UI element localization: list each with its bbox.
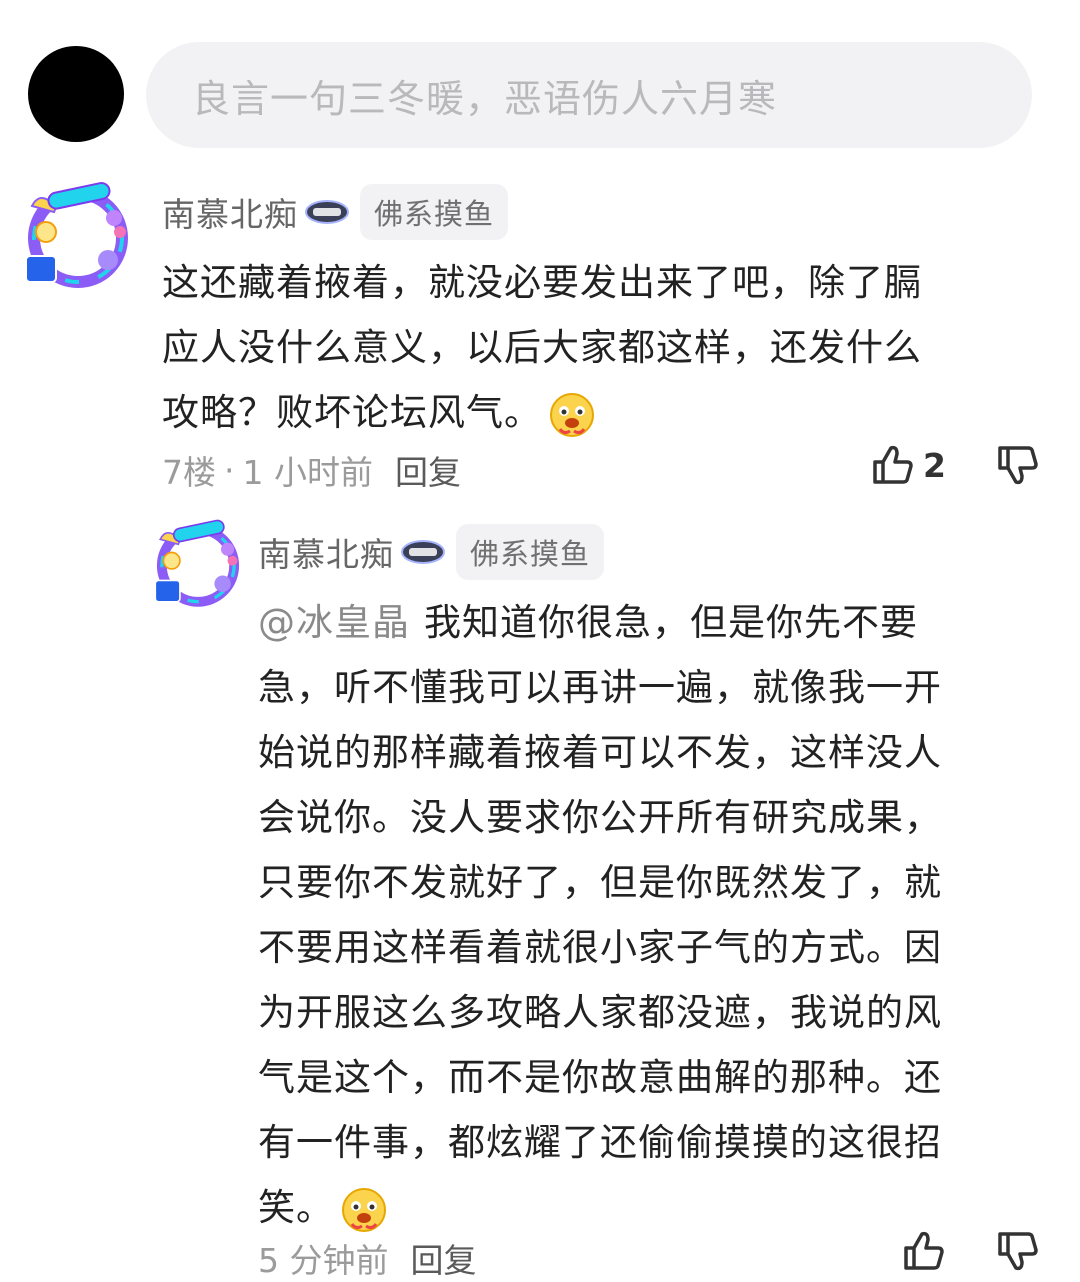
thumbs-down-icon: [998, 1232, 1038, 1271]
comment-line-text: 攻略？败坏论坛风气。: [162, 391, 542, 434]
comment-line-text: 笑。: [258, 1186, 334, 1229]
comment-body: 这还藏着掖着，就没必要发出来了吧，除了膈 应人没什么意义，以后大家都这样，还发什…: [162, 250, 1022, 445]
comment-line: 气是这个，而不是你故意曲解的那种。还: [258, 1056, 942, 1099]
comment-line: 有一件事，都炫耀了还偷偷摸摸的这很招: [258, 1121, 942, 1164]
drooling-face-emoji-icon: [550, 392, 594, 437]
comment-line: 为开服这么多攻略人家都没遮，我说的风: [258, 991, 942, 1034]
floor-number: 7楼: [162, 453, 216, 492]
event-medal-icon: [401, 540, 445, 564]
user-tag: 佛系摸鱼: [360, 184, 509, 240]
comment-line: 不要用这样看着就很小家子气的方式。因: [258, 926, 942, 969]
mention-link[interactable]: @冰皇晶: [258, 601, 410, 644]
event-medal-icon: [305, 200, 349, 224]
comment-meta: 5 分钟前 回复: [258, 1234, 477, 1282]
like-button[interactable]: 2: [869, 442, 946, 488]
comment-meta: 7楼 · 1 小时前 回复: [162, 446, 461, 494]
like-button[interactable]: [900, 1228, 946, 1274]
comment-input[interactable]: 良言一句三冬暖，恶语伤人六月寒: [146, 42, 1032, 148]
user-tag: 佛系摸鱼: [456, 524, 605, 580]
taptap-10th-avatar-badge[interactable]: [22, 180, 134, 292]
thumbs-up-icon: [873, 445, 913, 484]
comment-line: 攻略？败坏论坛风气。: [162, 380, 1022, 445]
drooling-face-emoji-icon: [342, 1187, 386, 1232]
comment-line: 这还藏着掖着，就没必要发出来了吧，除了膈: [162, 261, 922, 304]
comment-body: @冰皇晶 我知道你很急，但是你先不要 急，听不懂我可以再讲一遍，就像我一开 始说的…: [258, 590, 1018, 1240]
user-avatar[interactable]: [28, 46, 124, 142]
comment-line: 急，听不懂我可以再讲一遍，就像我一开: [258, 666, 942, 709]
comment-actions: [900, 1228, 1040, 1274]
comment-time: 5 分钟前: [258, 1241, 389, 1280]
dislike-button[interactable]: [994, 1228, 1040, 1274]
comment-input-placeholder: 良言一句三冬暖，恶语伤人六月寒: [192, 76, 778, 121]
comment-line: 会说你。没人要求你公开所有研究成果，: [258, 796, 942, 839]
reply-button[interactable]: 回复: [395, 446, 461, 494]
thumbs-down-icon: [998, 446, 1038, 485]
comment-composer: 良言一句三冬暖，恶语伤人六月寒: [28, 40, 1032, 150]
comment-header: 南慕北痴 佛系摸鱼: [162, 184, 509, 240]
comment-actions: 2: [869, 442, 1040, 488]
comment-line: @冰皇晶 我知道你很急，但是你先不要: [258, 590, 1018, 655]
meta-separator: ·: [224, 450, 235, 490]
comment-line: 应人没什么意义，以后大家都这样，还发什么: [162, 326, 922, 369]
comment-line: 始说的那样藏着掖着可以不发，这样没人: [258, 731, 942, 774]
comment-header: 南慕北痴 佛系摸鱼: [258, 524, 605, 580]
taptap-10th-avatar-badge[interactable]: [152, 518, 244, 610]
like-count: 2: [923, 445, 946, 485]
dislike-button[interactable]: [994, 442, 1040, 488]
comment-line: 只要你不发就好了，但是你既然发了，就: [258, 861, 942, 904]
comment-line-text: 我知道你很急，但是你先不要: [424, 601, 918, 644]
username[interactable]: 南慕北痴: [258, 528, 394, 576]
username[interactable]: 南慕北痴: [162, 188, 298, 236]
thumbs-up-icon: [904, 1231, 944, 1270]
reply-button[interactable]: 回复: [411, 1234, 477, 1282]
comment-time: 1 小时前: [242, 453, 374, 492]
